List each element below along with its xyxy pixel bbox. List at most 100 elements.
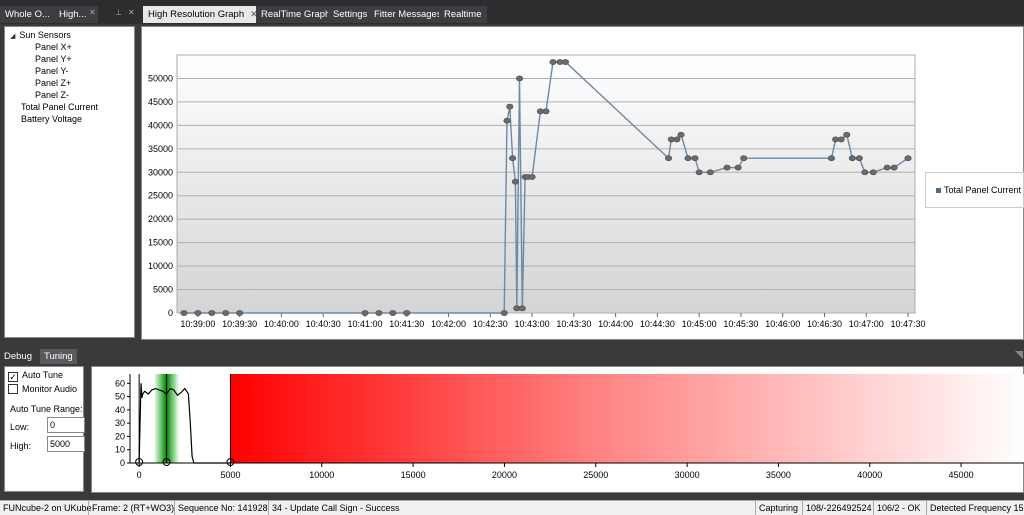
tab-realtime-graph[interactable]: RealTime Graph [256, 6, 336, 23]
tree-item-label: Panel Y+ [35, 54, 72, 64]
tree-item-battery-voltage[interactable]: Battery Voltage [21, 113, 82, 125]
status-frame: Frame: 2 (RT+WO3) [88, 501, 174, 515]
data-point [509, 155, 517, 162]
y-tick-label: 0 [168, 308, 173, 318]
y-tick-label: 5000 [153, 285, 173, 295]
y-tick-label: 30 [115, 418, 125, 428]
tree-item-panel-y-minus[interactable]: Panel Y- [35, 65, 69, 77]
tree-item-panel-x-plus[interactable]: Panel X+ [35, 41, 72, 53]
status-detected-frequency: Detected Frequency 152 [926, 501, 1024, 515]
x-tick-label: 15000 [401, 470, 426, 480]
checkmark-icon[interactable]: ✓ [8, 372, 18, 382]
tab-realtime[interactable]: Realtime [439, 6, 487, 23]
x-tick-label: 20000 [492, 470, 517, 480]
data-point [723, 164, 731, 171]
y-tick-label: 20000 [148, 214, 173, 224]
y-tick-label: 45000 [148, 97, 173, 107]
tree-item-panel-z-plus[interactable]: Panel Z+ [35, 77, 71, 89]
pin-icon[interactable]: ⊥ [115, 8, 122, 17]
monitor-audio-checkbox[interactable]: Monitor Audio [8, 383, 77, 395]
x-tick-label: 10:46:00 [765, 319, 800, 329]
tab-label: Settings [333, 9, 368, 20]
plot-area [176, 54, 916, 314]
bottom-tab-strip: Debug Tuning [0, 348, 1024, 365]
tab-label: High Resolution Graph [148, 9, 245, 20]
total-panel-current-chart: 0 5000 10000 15000 20000 25000 30000 35000 40000… [148, 54, 926, 329]
status-counter: 108/-226492524 [802, 501, 872, 515]
x-tick-label: 10:47:00 [849, 319, 884, 329]
spectrum-panel: 0 10 20 30 40 50 60 0 5000 10000 15000 20000 25000 3… [91, 366, 1024, 493]
y-tick-label: 0 [120, 458, 125, 468]
x-tick-label: 40000 [857, 470, 882, 480]
x-tick-label: 10:39:00 [180, 319, 215, 329]
x-tick-label: 30000 [675, 470, 700, 480]
data-point [695, 169, 703, 176]
status-ok: 106/2 - OK [873, 501, 921, 515]
data-point [518, 305, 526, 312]
tab-debug[interactable]: Debug [0, 349, 36, 364]
tab-whole-orbit[interactable]: Whole O... [0, 6, 55, 23]
document-tab-strip: Whole O... High... ✕ ⊥ ✕ High Resolution… [0, 0, 1024, 24]
tree-item-sun-sensors[interactable]: ◢ Sun Sensors [10, 29, 71, 41]
data-point [740, 155, 748, 162]
x-tick-label: 10:41:00 [347, 319, 382, 329]
y-tick-label: 15000 [148, 238, 173, 248]
y-tick-label: 35000 [148, 144, 173, 154]
x-tick-label: 10:44:00 [598, 319, 633, 329]
tab-label: Fitter Messages [374, 9, 442, 20]
x-tick-label: 10:42:30 [473, 319, 508, 329]
data-point [734, 164, 742, 171]
high-input[interactable]: 5000 [47, 436, 85, 452]
y-tick-label: 20 [115, 431, 125, 441]
expand-arrow-icon[interactable]: ◢ [10, 33, 15, 40]
tree-item-panel-z-minus[interactable]: Panel Z- [35, 89, 69, 101]
data-point [684, 155, 692, 162]
tab-settings[interactable]: Settings [328, 6, 373, 23]
tree-item-label: Total Panel Current [21, 102, 99, 112]
data-point [706, 169, 714, 176]
x-tick-label: 10:46:30 [807, 319, 842, 329]
tab-label: High... [59, 9, 87, 20]
close-icon[interactable]: ✕ [89, 8, 96, 17]
tree-item-panel-y-plus[interactable]: Panel Y+ [35, 53, 72, 65]
x-tick-label: 10:43:30 [556, 319, 591, 329]
tab-high-resolution-graph[interactable]: High Resolution Graph ✕ [143, 6, 263, 23]
data-point [511, 178, 519, 185]
y-tick-label: 40000 [148, 120, 173, 130]
data-point [855, 155, 863, 162]
data-point [677, 131, 685, 138]
data-point [506, 103, 514, 110]
y-tick-label: 30000 [148, 167, 173, 177]
resize-grip-icon[interactable] [1015, 351, 1023, 359]
legend-label: Total Panel Current [944, 185, 1022, 195]
auto-tune-checkbox[interactable]: ✓ Auto Tune [8, 369, 63, 382]
x-tick-label: 10:44:30 [640, 319, 675, 329]
tab-label: Tuning [44, 351, 73, 362]
data-point [180, 310, 188, 316]
data-point [549, 59, 557, 65]
tuning-spectrum-chart: 0 10 20 30 40 50 60 0 5000 10000 15000 20000 25000 3… [115, 374, 1024, 480]
tab-tuning[interactable]: Tuning [40, 349, 77, 364]
x-tick-label: 35000 [766, 470, 791, 480]
checkbox-box[interactable] [8, 384, 18, 394]
x-tick-label: 45000 [949, 470, 974, 480]
y-tick-label: 50000 [148, 73, 173, 83]
signal-band [230, 374, 1024, 463]
tree-item-total-panel-current[interactable]: Total Panel Current [21, 101, 98, 113]
x-tick-label: 0 [137, 470, 142, 480]
data-point [561, 59, 569, 65]
tab-fitter-messages[interactable]: Fitter Messages [369, 6, 447, 23]
status-satellite: FUNcube-2 on UKube [3, 503, 92, 513]
low-input[interactable]: 0 [47, 417, 85, 433]
data-point [673, 136, 681, 143]
tuning-options: ✓ Auto Tune Monitor Audio Auto Tune Range… [4, 366, 85, 492]
x-tick-label: 10000 [309, 470, 334, 480]
data-point [542, 108, 550, 115]
x-tick-label: 10:47:30 [891, 319, 926, 329]
tree-item-label: Panel Y- [35, 66, 69, 76]
y-tick-label: 25000 [148, 191, 173, 201]
spectrum-line [138, 383, 231, 464]
close-icon[interactable]: ✕ [128, 8, 135, 17]
status-message: 34 - Update Call Sign - Success [268, 501, 400, 515]
y-tick-label: 10 [115, 445, 125, 455]
